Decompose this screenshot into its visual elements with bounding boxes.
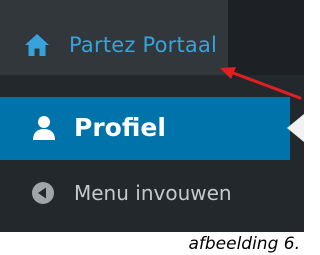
- home-icon: [24, 32, 50, 58]
- user-icon: [31, 115, 57, 141]
- site-home-link[interactable]: Partez Portaal: [0, 0, 228, 75]
- active-menu-pointer: [287, 114, 304, 142]
- site-name-label: Partez Portaal: [69, 33, 218, 57]
- menu-item-profile[interactable]: Profiel: [0, 97, 290, 160]
- figure-caption: afbeelding 6.: [188, 234, 300, 254]
- collapse-menu-label: Menu invouwen: [74, 181, 232, 205]
- annotation-arrow: [220, 67, 302, 100]
- collapse-arrow-icon: [31, 181, 55, 205]
- admin-menu: Profiel Menu invouwen: [0, 97, 304, 232]
- collapse-menu-button[interactable]: Menu invouwen: [0, 160, 290, 232]
- screenshot-figure: Partez Portaal Profiel Menu invouwen afb…: [0, 0, 304, 255]
- wordpress-admin-crop: Partez Portaal Profiel Menu invouwen: [0, 0, 304, 232]
- menu-item-profile-label: Profiel: [74, 113, 166, 142]
